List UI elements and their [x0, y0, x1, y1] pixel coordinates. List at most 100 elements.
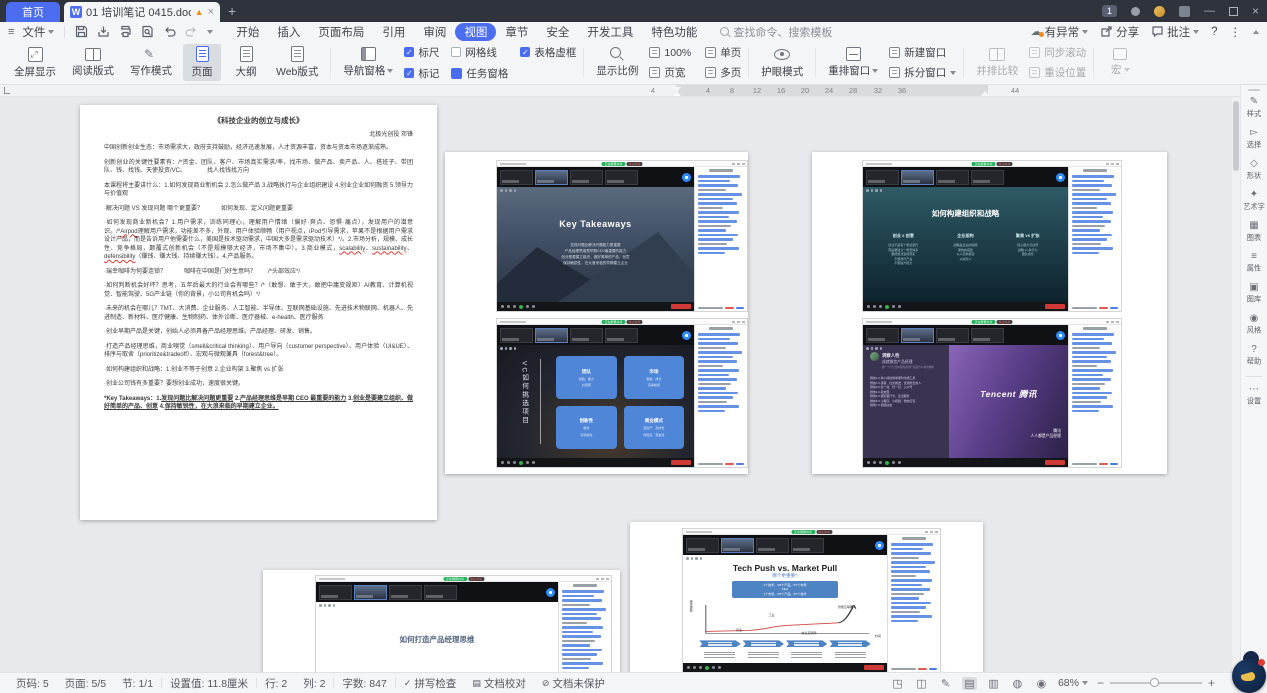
- zoom-slider[interactable]: [1110, 682, 1202, 684]
- side-tool-选择[interactable]: ▻选择: [1241, 128, 1267, 150]
- side-tool-属性[interactable]: ≡属性: [1241, 252, 1267, 274]
- rearrange-windows-button[interactable]: 重排窗口: [823, 45, 883, 80]
- status-read-layout-icon[interactable]: ◫: [914, 677, 929, 690]
- page-shots-1[interactable]: 正在屏幕共享停止共享Key Takeaways发现问题比解决问题能力更重要产品经…: [445, 152, 748, 474]
- menu-item-引用[interactable]: 引用: [373, 23, 414, 41]
- side-tool-艺术字[interactable]: ✦艺术字: [1241, 190, 1267, 212]
- status-tool-文档校对[interactable]: ▤文档校对: [464, 676, 534, 691]
- eye-protection-button[interactable]: 护眼模式: [756, 45, 808, 81]
- status-write-mode-icon[interactable]: ✎: [938, 677, 953, 690]
- view-button-大纲[interactable]: 大纲: [227, 44, 265, 81]
- status-tool-文档未保护[interactable]: ⊘文档未保护: [534, 676, 613, 691]
- output-icon[interactable]: [97, 25, 110, 38]
- side-tool-设置[interactable]: ⋯设置: [1241, 385, 1267, 407]
- side-tool-风格[interactable]: ◉风格: [1241, 314, 1267, 336]
- status-icon[interactable]: [1131, 7, 1140, 16]
- nav-pane-button[interactable]: 导航窗格: [338, 45, 398, 80]
- quickbar-more-icon[interactable]: [207, 30, 213, 34]
- zoom-out-button[interactable]: −: [1097, 676, 1104, 690]
- window-option-新建窗口[interactable]: 新建窗口: [889, 45, 956, 60]
- embedded-zoom-screenshot-a[interactable]: 正在屏幕共享停止共享Key Takeaways发现问题比解决问题能力更重要产品经…: [496, 160, 748, 312]
- document-tab[interactable]: W 01 培训笔记 0415.docx ▲ ×: [64, 2, 220, 22]
- status-page-view-icon[interactable]: ▤: [962, 677, 977, 690]
- menu-item-开始[interactable]: 开始: [227, 23, 268, 41]
- page-shots-3[interactable]: 正在屏幕共享停止共享如何打造产品经理思维商业嗅觉用户导向用户体验排序与取舍宏观与…: [263, 570, 620, 672]
- embedded-zoom-screenshot-c[interactable]: 正在屏幕共享停止共享VC如何挑选项目团队经验、能力价值观市场规模、成长竞争格局创…: [496, 318, 748, 468]
- print-icon[interactable]: [119, 25, 132, 38]
- zoom-option-单页[interactable]: 单页: [705, 45, 741, 60]
- macro-button[interactable]: 宏: [1101, 46, 1139, 79]
- page-shots-2[interactable]: 正在屏幕共享停止共享如何构建组织和战略创业 ≠ 创意创业不是有个想法就行而是要建…: [812, 152, 1167, 474]
- embedded-zoom-screenshot-d[interactable]: 正在屏幕共享停止共享洞察人性成就微信产品经理做一个十亿用户都在用的产品是什么样的…: [862, 318, 1122, 468]
- print-preview-icon[interactable]: [141, 25, 154, 38]
- promo-icon[interactable]: [1179, 6, 1190, 17]
- toggle-标记[interactable]: 标记: [404, 66, 439, 81]
- collapse-ribbon-icon[interactable]: [1253, 30, 1259, 34]
- menu-item-安全[interactable]: 安全: [537, 23, 578, 41]
- side-tool-形状[interactable]: ◇形状: [1241, 159, 1267, 181]
- status-web-layout-icon[interactable]: ◍: [1010, 677, 1025, 690]
- window-minimize-button[interactable]: —: [1204, 5, 1215, 17]
- zoom-option-多页[interactable]: 多页: [705, 65, 741, 80]
- status-fullscreen-icon[interactable]: ◳: [890, 677, 905, 690]
- toggle-标尺[interactable]: 标尺: [404, 45, 439, 60]
- undo-icon[interactable]: [163, 25, 176, 38]
- window-option-拆分窗口[interactable]: 拆分窗口: [889, 65, 956, 80]
- tab-selector-icon[interactable]: [4, 87, 10, 94]
- command-search[interactable]: 查找命令、搜索模板: [720, 24, 832, 40]
- document-canvas[interactable]: 《科技企业的创立与成长》北极光创投 邓锋中国创新创业生态：市场需求大，政府支持鼓…: [0, 97, 1232, 672]
- page-text[interactable]: 《科技企业的创立与成长》北极光创投 邓锋中国创新创业生态：市场需求大，政府支持鼓…: [80, 105, 437, 520]
- hamburger-icon[interactable]: ≡: [8, 26, 14, 38]
- compare-option-重设位置[interactable]: 重设位置: [1029, 65, 1086, 80]
- home-tab[interactable]: 首页: [6, 2, 60, 22]
- view-button-全屏显示[interactable]: 全屏显示: [9, 45, 61, 81]
- right-indent-marker[interactable]: [981, 91, 989, 96]
- redo-icon[interactable]: [185, 25, 198, 38]
- new-tab-button[interactable]: +: [228, 3, 236, 19]
- view-button-阅读版式[interactable]: 阅读版式: [67, 46, 119, 80]
- view-button-页面[interactable]: 页面: [183, 44, 221, 81]
- embedded-zoom-screenshot-f[interactable]: 正在屏幕共享停止共享Tech Push vs. Market Pull哪个更重要…: [682, 528, 941, 672]
- side-tool-帮助[interactable]: ?帮助: [1241, 345, 1267, 367]
- user-avatar-icon[interactable]: [1154, 6, 1165, 17]
- more-options-icon[interactable]: ⋮: [1230, 25, 1242, 39]
- menu-item-特色功能[interactable]: 特色功能: [642, 23, 706, 41]
- left-indent-marker[interactable]: [673, 91, 681, 96]
- wps-assistant-button[interactable]: [1232, 659, 1266, 693]
- side-tool-图表[interactable]: ▦图表: [1241, 221, 1267, 243]
- help-icon[interactable]: ?: [1211, 26, 1217, 38]
- toggle-网格线[interactable]: 网格线: [451, 45, 508, 60]
- status-eye-mode-icon[interactable]: ◉: [1034, 677, 1049, 690]
- window-close-button[interactable]: ×: [1252, 4, 1259, 18]
- share-button[interactable]: 分享: [1100, 24, 1139, 40]
- window-restore-button[interactable]: [1229, 7, 1238, 16]
- side-tool-图库[interactable]: ▣图库: [1241, 283, 1267, 305]
- menu-item-章节[interactable]: 章节: [496, 23, 537, 41]
- toggle-表格虚框[interactable]: 表格虚框: [520, 45, 576, 60]
- message-count-badge[interactable]: 1: [1102, 5, 1117, 17]
- menu-item-插入[interactable]: 插入: [268, 23, 309, 41]
- menu-item-审阅[interactable]: 审阅: [414, 23, 455, 41]
- embedded-zoom-screenshot-b[interactable]: 正在屏幕共享停止共享如何构建组织和战略创业 ≠ 创意创业不是有个想法就行而是要建…: [862, 160, 1122, 312]
- page-shots-4[interactable]: 正在屏幕共享停止共享Tech Push vs. Market Pull哪个更重要…: [630, 522, 983, 672]
- comment-button[interactable]: 批注: [1151, 24, 1199, 40]
- panel-drag-handle-icon[interactable]: [1248, 89, 1260, 91]
- menu-item-页面布局[interactable]: 页面布局: [309, 23, 373, 41]
- view-button-写作模式[interactable]: 写作模式: [125, 45, 177, 80]
- zoom-ratio-button[interactable]: 显示比例: [591, 45, 643, 80]
- save-icon[interactable]: [75, 25, 88, 38]
- zoom-option-页宽[interactable]: 页宽: [649, 65, 691, 80]
- embedded-zoom-screenshot-e[interactable]: 正在屏幕共享停止共享如何打造产品经理思维商业嗅觉用户导向用户体验排序与取舍宏观与…: [315, 575, 612, 672]
- compare-option-同步滚动[interactable]: 同步滚动: [1029, 45, 1086, 60]
- status-tool-拼写检查[interactable]: ✓拼写检查: [396, 676, 465, 691]
- zoom-in-button[interactable]: +: [1208, 676, 1215, 690]
- menu-item-开发工具[interactable]: 开发工具: [578, 23, 642, 41]
- vertical-scrollbar[interactable]: [1232, 97, 1240, 672]
- side-tool-样式[interactable]: ✎样式: [1241, 97, 1267, 119]
- tab-close-icon[interactable]: ×: [208, 6, 214, 18]
- menu-item-视图[interactable]: 视图: [455, 23, 496, 41]
- toggle-任务窗格[interactable]: 任务窗格: [451, 66, 508, 81]
- zoom-slider-knob[interactable]: [1150, 678, 1159, 687]
- zoom-option-100%[interactable]: 100%: [649, 45, 691, 60]
- view-button-Web版式[interactable]: Web版式: [271, 44, 323, 81]
